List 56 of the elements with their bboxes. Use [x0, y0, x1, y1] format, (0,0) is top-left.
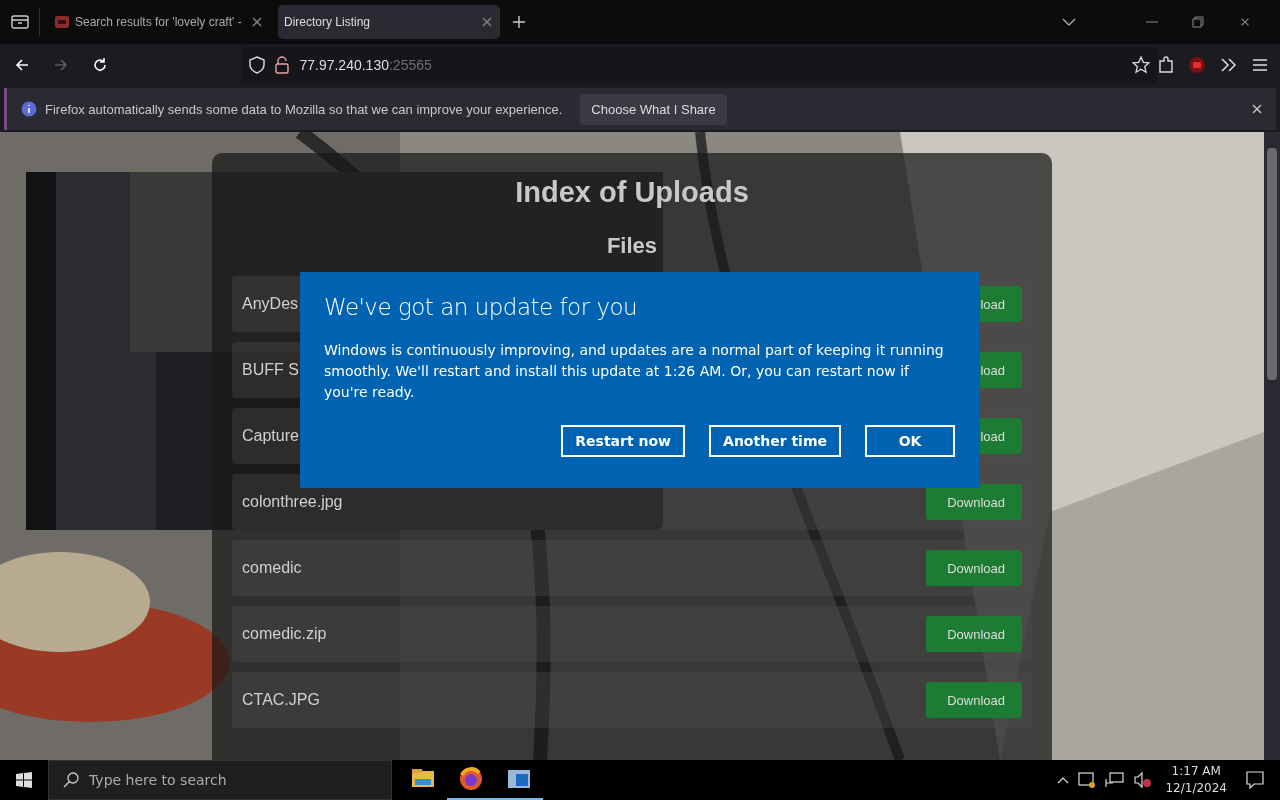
search-icon — [63, 772, 79, 788]
close-icon[interactable] — [1250, 102, 1264, 116]
menu-icon[interactable] — [1252, 58, 1268, 72]
close-icon[interactable] — [250, 15, 264, 29]
address-bar[interactable]: 77.97.240.130:25565 — [241, 47, 1158, 83]
tray-app-icon[interactable] — [1078, 771, 1097, 789]
dialog-message: Windows is continuously improving, and updates are a normal part of keeping it running smoothly. We'll restart and install this update at 1:26 AM. Or, you can restart now if you're ready. — [324, 341, 945, 402]
date-text: 12/1/2024 — [1165, 780, 1227, 797]
dialog-title: We've got an update for you — [324, 294, 639, 320]
browser-icon — [457, 765, 485, 793]
close-icon[interactable] — [480, 15, 494, 29]
new-tab-icon[interactable] — [512, 15, 526, 29]
search-field[interactable]: Type here to search — [48, 760, 392, 800]
file-name: CTAC.JPG — [242, 691, 320, 709]
star-icon[interactable] — [1132, 56, 1150, 74]
file-name: Capture — [242, 427, 299, 445]
section-title: Files — [605, 233, 659, 259]
browser-tab[interactable]: Directory Listing — [278, 5, 500, 39]
favicon-icon — [54, 14, 70, 30]
lock-icon[interactable] — [275, 56, 290, 74]
windows-logo-icon[interactable] — [16, 772, 32, 788]
close-icon[interactable] — [1239, 16, 1251, 28]
dialog-button[interactable]: Another time — [709, 425, 841, 457]
download-button[interactable]: Download — [926, 550, 1022, 586]
shield-icon[interactable] — [249, 56, 266, 74]
info-icon — [21, 101, 37, 117]
choose-share-button[interactable]: Choose What I Share — [580, 93, 727, 125]
url-text: 77.97.240.130:25565 — [299, 57, 432, 73]
scrollbar-thumb[interactable] — [1267, 148, 1277, 380]
speaker-muted-icon[interactable] — [1134, 771, 1153, 789]
time-text: 1:17 AM — [1171, 763, 1221, 780]
clock[interactable]: 1:17 AM 12/1/2024 — [1165, 763, 1227, 797]
download-button[interactable]: Download — [926, 616, 1022, 652]
dialog-button[interactable]: Restart now — [561, 425, 686, 457]
notification-icon[interactable] — [1246, 771, 1264, 789]
file-name: comedic.zip — [242, 625, 327, 643]
file-name: BUFF S — [242, 361, 299, 379]
chevron-down-icon[interactable] — [1062, 17, 1076, 27]
chevron-up-icon[interactable] — [1057, 776, 1070, 784]
tab-list-icon[interactable] — [11, 14, 29, 30]
page-title: Index of Uploads — [514, 175, 750, 210]
restore-icon[interactable] — [1192, 16, 1204, 28]
overflow-icon[interactable] — [1220, 57, 1238, 73]
puzzle-icon[interactable] — [1158, 56, 1174, 74]
browser-tab[interactable]: Search results for 'lovely craft' - — [48, 5, 270, 39]
extension-icon[interactable] — [1188, 56, 1206, 74]
file-name: comedic — [242, 559, 302, 577]
file-name: AnyDes — [242, 295, 299, 313]
notification-text: Firefox automatically sends some data to Mozilla so that we can improve your experience. — [45, 101, 563, 117]
download-button[interactable]: Download — [926, 484, 1022, 520]
file-name: colonthree.jpg — [242, 493, 343, 511]
dialog-button[interactable]: OK — [865, 425, 955, 457]
scrollbar[interactable] — [1264, 132, 1280, 760]
search-placeholder: Type here to search — [89, 772, 227, 788]
network-icon[interactable] — [1105, 771, 1126, 789]
download-button[interactable]: Download — [926, 682, 1022, 718]
